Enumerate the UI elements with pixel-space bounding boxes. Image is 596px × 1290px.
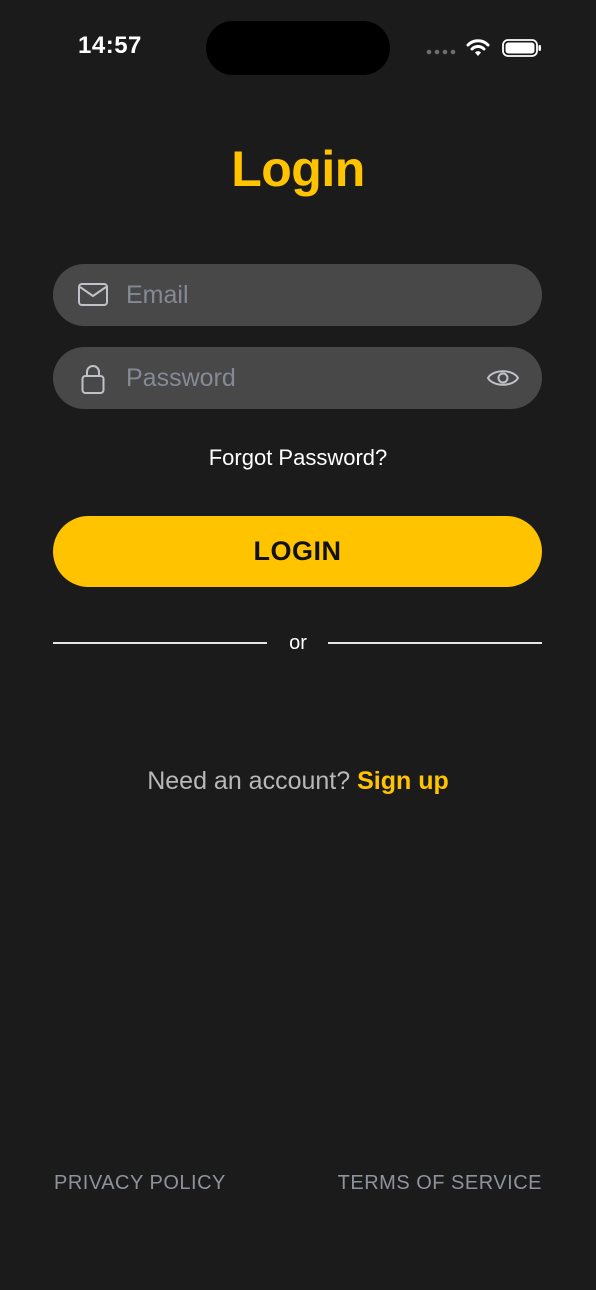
terms-of-service-link[interactable]: TERMS OF SERVICE xyxy=(338,1172,542,1195)
page-title: Login xyxy=(231,141,365,197)
cellular-signal-icon xyxy=(426,49,456,55)
signup-row: Need an account? Sign up xyxy=(0,767,596,796)
dynamic-island xyxy=(206,21,390,75)
battery-icon xyxy=(502,39,541,57)
divider-right xyxy=(328,642,542,644)
password-field[interactable] xyxy=(53,347,542,409)
email-field[interactable] xyxy=(53,264,542,326)
envelope-icon xyxy=(78,283,108,306)
divider-left xyxy=(53,642,267,644)
privacy-policy-link[interactable]: PRIVACY POLICY xyxy=(54,1172,226,1195)
login-screen: 14:57 Login For xyxy=(0,0,596,1290)
status-time: 14:57 xyxy=(78,32,142,59)
password-input[interactable] xyxy=(126,347,466,409)
email-input[interactable] xyxy=(126,264,466,326)
lock-icon xyxy=(81,365,105,394)
wifi-icon xyxy=(466,39,490,56)
eye-icon[interactable] xyxy=(486,363,520,393)
signup-link[interactable]: Sign up xyxy=(357,767,449,795)
divider-text: or xyxy=(289,632,307,654)
login-button[interactable]: LOGIN xyxy=(53,516,542,587)
signup-prompt: Need an account? xyxy=(147,767,358,795)
forgot-password-link[interactable]: Forgot Password? xyxy=(0,445,596,471)
